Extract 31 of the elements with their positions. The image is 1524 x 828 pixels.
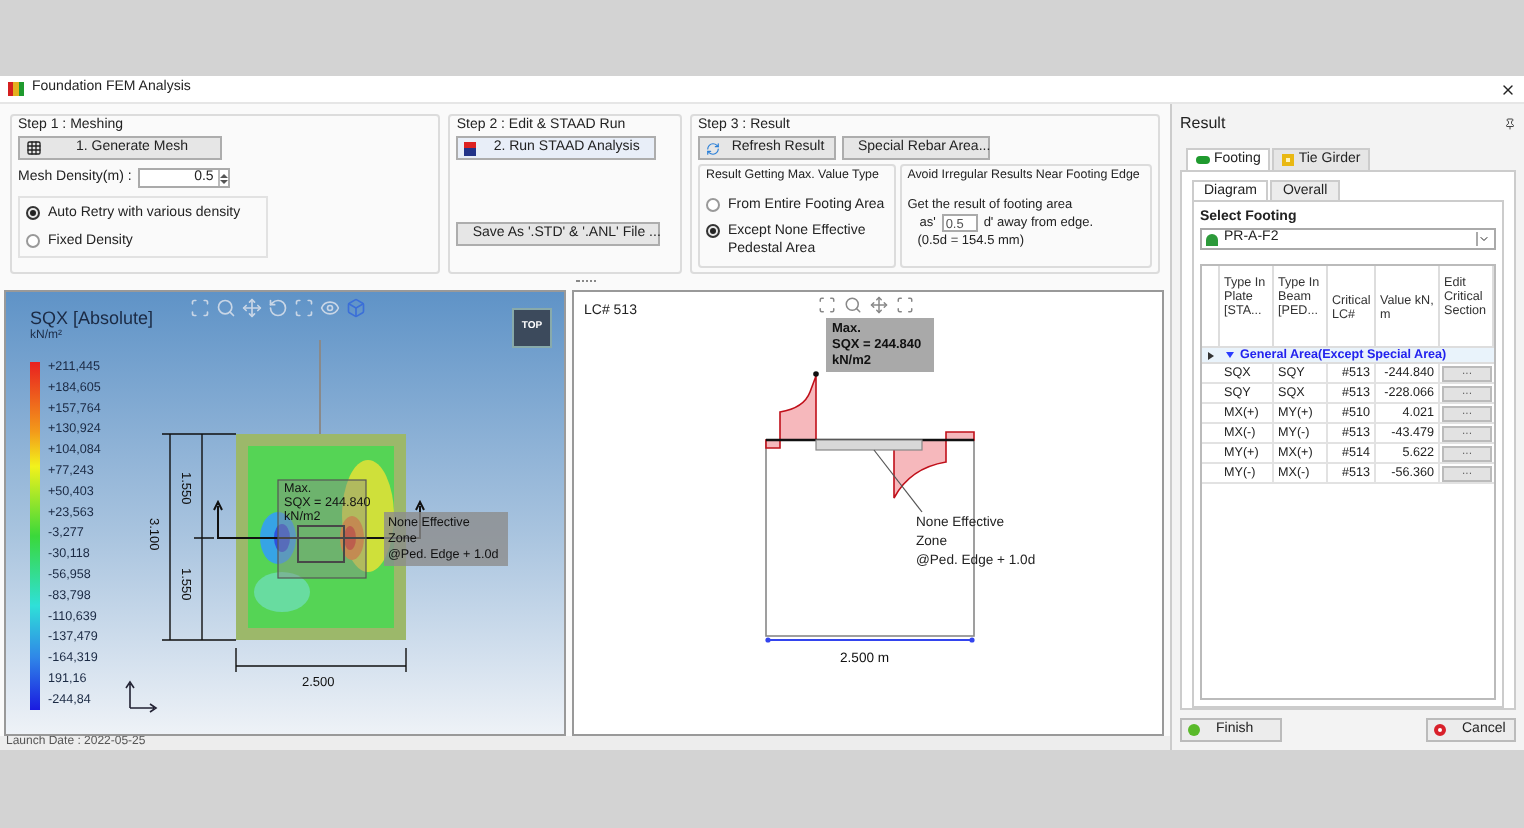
pedestal-outline <box>815 439 923 451</box>
zone-label-box <box>384 512 508 566</box>
panel-title: Result <box>1180 114 1226 134</box>
max-label-box <box>826 318 934 372</box>
axis-icon <box>125 680 158 713</box>
max-label-box <box>277 479 367 579</box>
app-logo-icon <box>8 82 24 96</box>
fit-icon[interactable] <box>294 298 314 318</box>
footing-icon <box>1206 233 1218 245</box>
plot-title: SQX [Absolute] <box>30 308 154 328</box>
tie-girder-icon <box>1282 154 1295 166</box>
row-pointer-icon <box>1208 351 1214 359</box>
column-line <box>319 339 321 435</box>
move-icon[interactable] <box>870 296 888 314</box>
search-icon[interactable] <box>844 296 862 314</box>
refresh-icon <box>706 141 720 155</box>
zoom-window-icon[interactable] <box>190 298 210 318</box>
footing-icon <box>1196 156 1210 164</box>
chevron-down-icon <box>1476 232 1490 246</box>
spinner-arrows-icon <box>217 170 228 187</box>
eye-icon[interactable] <box>320 298 340 318</box>
move-icon[interactable] <box>242 298 262 318</box>
leader-line <box>873 449 923 513</box>
pin-icon[interactable] <box>1504 118 1516 130</box>
fit-icon[interactable] <box>896 296 914 314</box>
rotate-icon[interactable] <box>268 298 288 318</box>
close-icon[interactable] <box>1500 81 1516 97</box>
expand-icon[interactable] <box>1226 352 1234 358</box>
staad-icon <box>464 141 477 155</box>
mesh-icon <box>26 140 42 156</box>
zoom-window-icon[interactable] <box>818 296 836 314</box>
